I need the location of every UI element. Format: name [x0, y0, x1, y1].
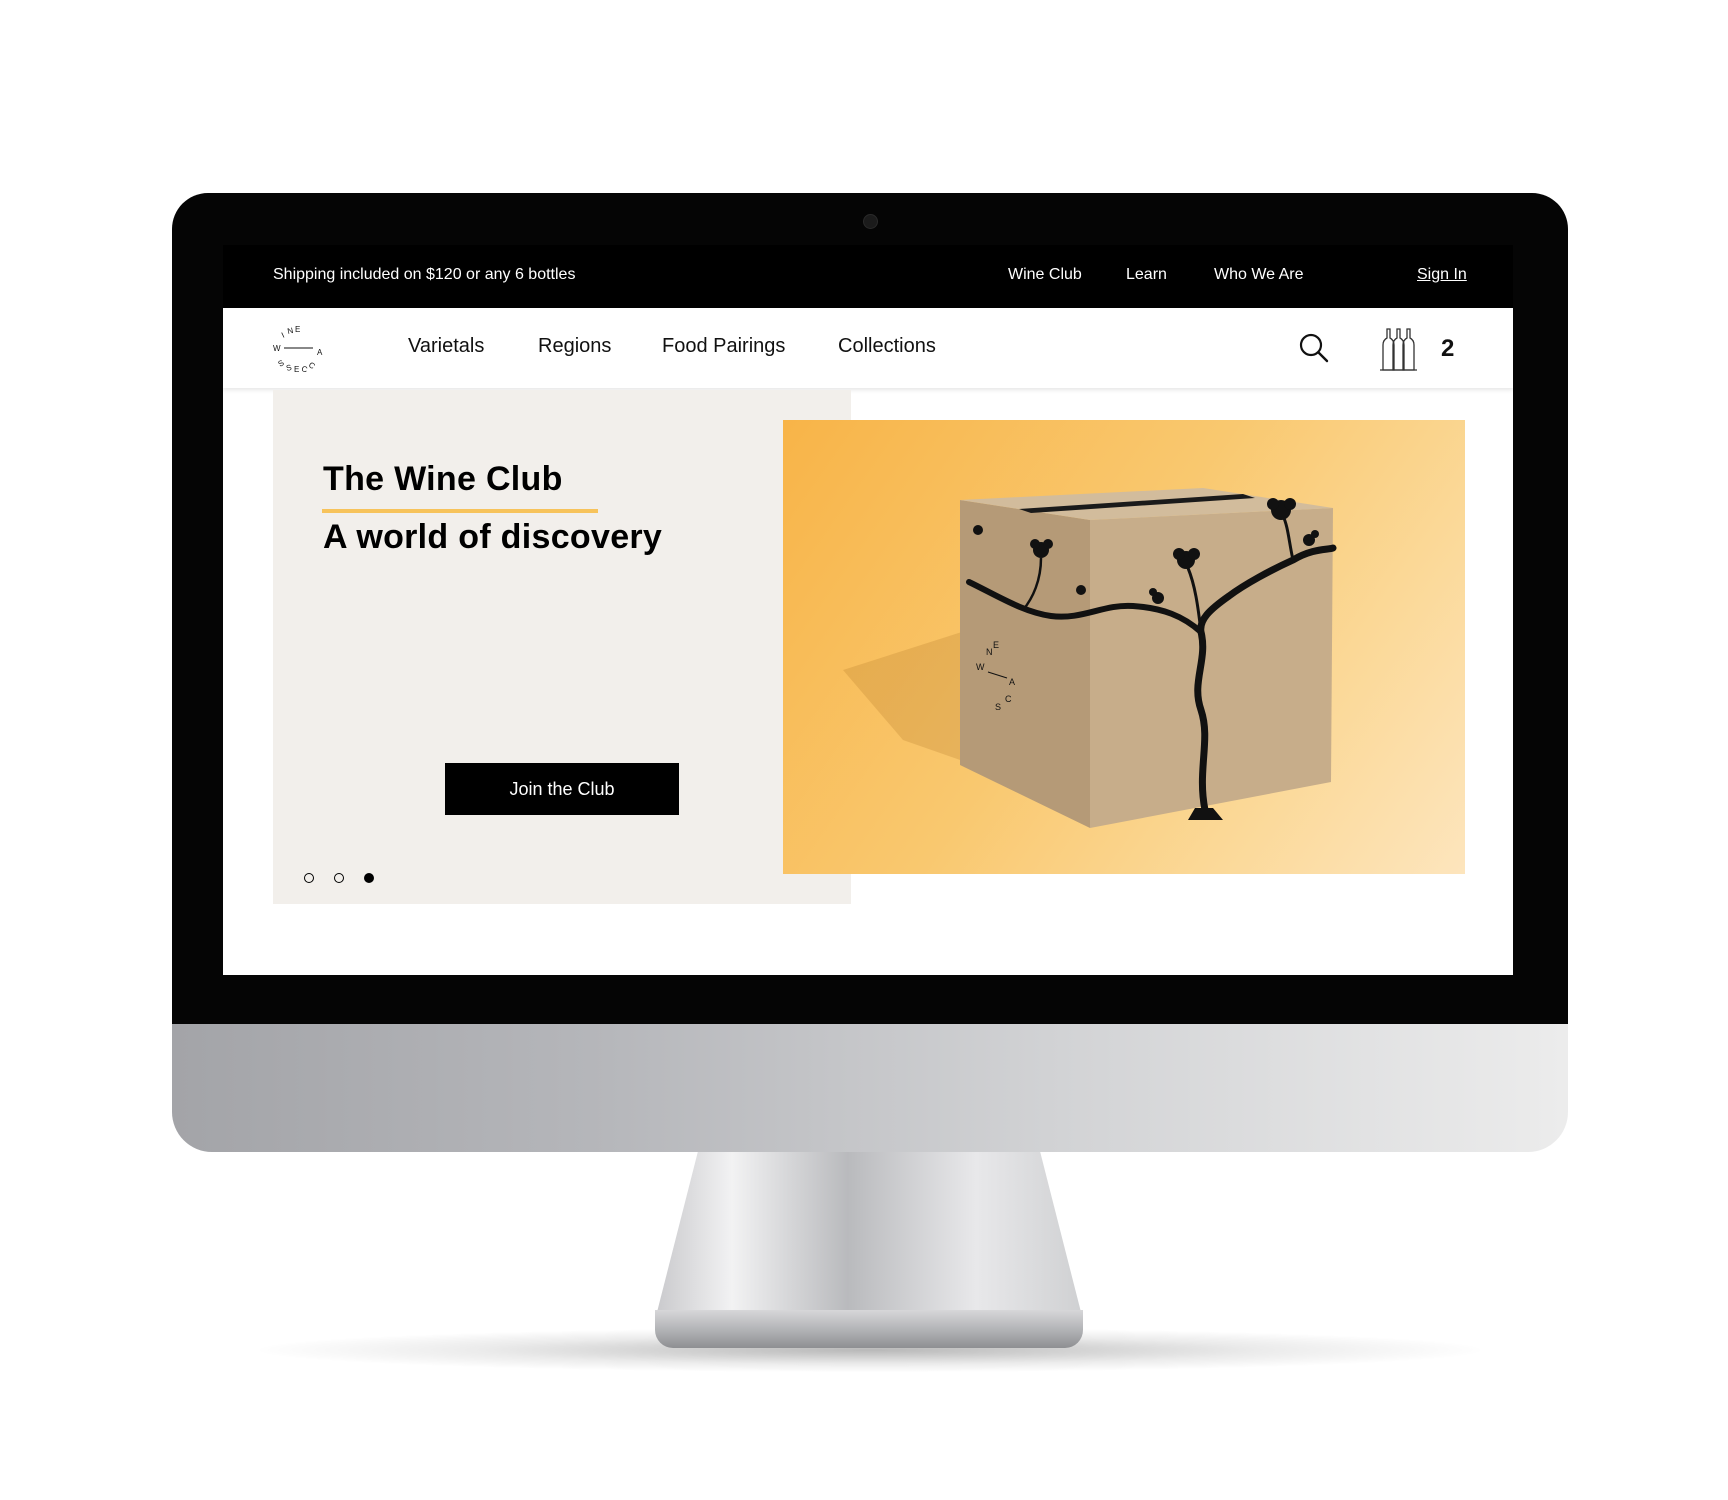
nav-varietals[interactable]: Varietals [408, 335, 484, 358]
svg-text:A: A [1009, 677, 1015, 687]
wine-bottles-icon [1380, 328, 1417, 371]
sign-in-link[interactable]: Sign In [1417, 266, 1467, 284]
svg-text:I: I [280, 331, 286, 340]
carousel-dot-2[interactable] [334, 873, 344, 883]
monitor-chin [172, 1024, 1568, 1152]
website-screen: Shipping included on $120 or any 6 bottl… [223, 245, 1513, 975]
hero-image: NE W A CS [783, 420, 1465, 874]
nav-collections[interactable]: Collections [838, 335, 936, 358]
top-link-learn[interactable]: Learn [1126, 266, 1167, 284]
nav-food-pairings[interactable]: Food Pairings [662, 335, 785, 358]
monitor-stand [655, 1152, 1083, 1320]
wine-box-image: NE W A CS [843, 488, 1337, 828]
hero-subtitle: A world of discovery [323, 518, 663, 556]
svg-text:N: N [986, 647, 993, 657]
svg-text:C: C [300, 364, 308, 374]
main-nav: I N E W A C C E S S Varietals Regions Fo… [223, 308, 1513, 388]
cart-count: 2 [1441, 335, 1455, 362]
carousel-dot-3[interactable] [364, 873, 374, 883]
svg-text:W: W [976, 662, 985, 672]
svg-text:S: S [285, 363, 292, 373]
svg-text:A: A [317, 348, 323, 357]
svg-text:N: N [287, 326, 295, 336]
svg-text:W: W [273, 344, 281, 353]
top-bar: Shipping included on $120 or any 6 bottl… [223, 245, 1513, 308]
hero-title: The Wine Club [323, 460, 563, 498]
hero-title-underline [322, 509, 598, 513]
top-link-who-we-are[interactable]: Who We Are [1214, 266, 1304, 284]
camera-icon [863, 214, 878, 229]
svg-text:E: E [993, 640, 999, 650]
svg-text:S: S [995, 702, 1001, 712]
monitor-stand-base [655, 1310, 1083, 1348]
join-club-button[interactable]: Join the Club [445, 763, 679, 815]
search-icon[interactable] [1298, 332, 1330, 364]
cart-button[interactable]: 2 [1378, 327, 1488, 371]
top-link-wine-club[interactable]: Wine Club [1008, 266, 1082, 284]
svg-text:C: C [1005, 694, 1012, 704]
shipping-promo: Shipping included on $120 or any 6 bottl… [273, 266, 576, 283]
wine-access-logo[interactable]: I N E W A C C E S S [271, 321, 327, 377]
svg-text:E: E [295, 325, 300, 334]
carousel-dot-1[interactable] [304, 873, 314, 883]
svg-text:E: E [294, 365, 299, 374]
nav-regions[interactable]: Regions [538, 335, 611, 358]
